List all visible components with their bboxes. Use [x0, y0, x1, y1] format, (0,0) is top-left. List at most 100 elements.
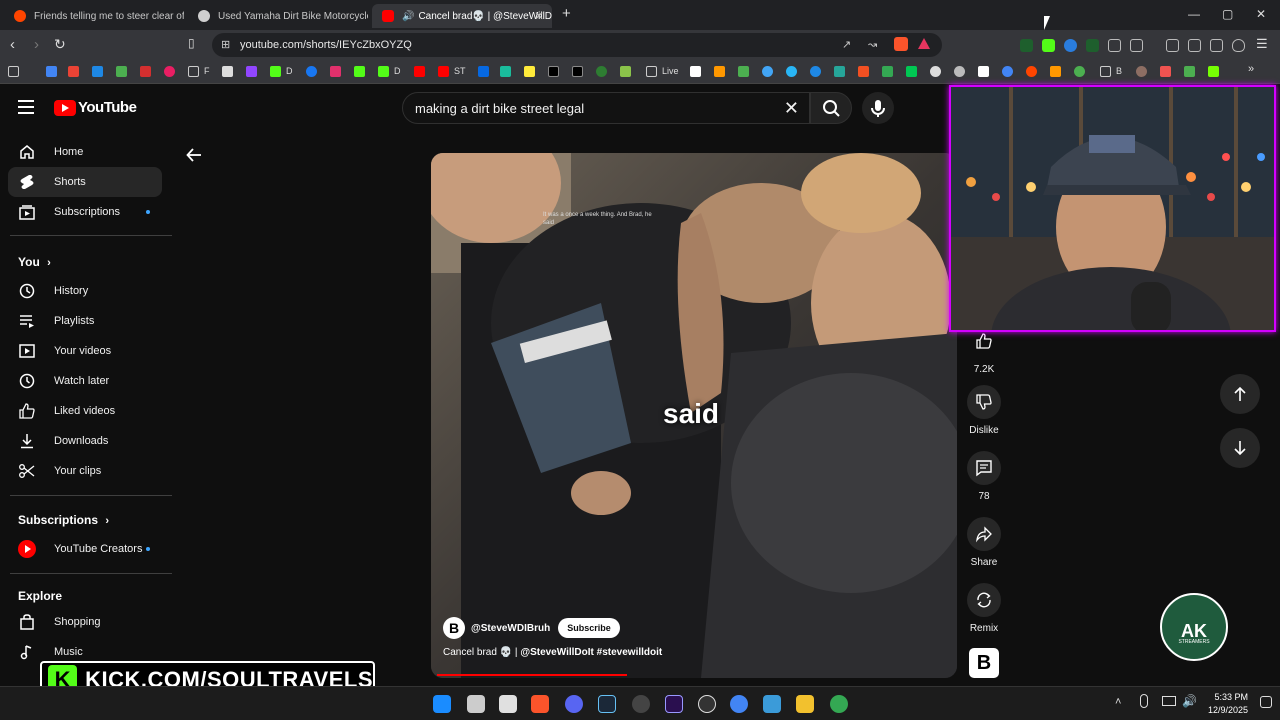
extensions-puzzle-icon[interactable]	[1108, 39, 1121, 52]
channel-name[interactable]: @SteveWDIBruh	[471, 623, 550, 634]
bookmark-icon[interactable]	[738, 66, 749, 77]
media-controls-icon[interactable]	[1166, 39, 1179, 52]
browser-tab[interactable]: Used Yamaha Dirt Bike Motorcycles	[188, 4, 368, 28]
sidebar-item-shopping[interactable]: Shopping	[8, 607, 162, 637]
brave-browser-icon[interactable]	[531, 695, 549, 713]
bookmark-label[interactable]: Live	[662, 66, 679, 76]
bookmark-icon[interactable]	[1002, 66, 1013, 77]
new-tab-button[interactable]: +	[562, 5, 571, 22]
share-button[interactable]: Share	[964, 517, 1004, 568]
clear-search-icon[interactable]: ✕	[784, 98, 799, 119]
audio-source-thumbnail[interactable]: B	[969, 648, 999, 678]
amazon-icon[interactable]	[690, 66, 701, 77]
share-icon[interactable]: ↝	[868, 38, 877, 51]
kick-icon[interactable]	[378, 66, 389, 77]
subscriptions-section-header[interactable]: Subscriptions ›	[18, 513, 109, 527]
bookmark-icon[interactable]	[1050, 66, 1061, 77]
sidebar-item-shorts[interactable]: Shorts	[8, 167, 162, 197]
photos-icon[interactable]	[763, 695, 781, 713]
instagram-icon[interactable]	[330, 66, 341, 77]
bookmark-icon[interactable]	[906, 66, 917, 77]
comments-button[interactable]: 78	[964, 451, 1004, 502]
youtube-icon[interactable]	[438, 66, 449, 77]
voice-search-button[interactable]	[862, 92, 894, 124]
bookmark-icon[interactable]	[714, 66, 725, 77]
folder-icon[interactable]	[188, 66, 199, 77]
sidebar-item-downloads[interactable]: Downloads	[8, 426, 162, 456]
app-icon[interactable]	[499, 695, 517, 713]
vpn-icon[interactable]	[1232, 39, 1245, 52]
task-view-icon[interactable]	[467, 695, 485, 713]
file-explorer-icon[interactable]	[796, 695, 814, 713]
search-button[interactable]	[810, 92, 852, 124]
remix-button[interactable]: Remix	[964, 583, 1004, 634]
forward-icon[interactable]: ›	[34, 36, 39, 53]
audio-playing-icon[interactable]: 🔊	[402, 11, 414, 22]
screenshot-icon[interactable]	[1130, 39, 1143, 52]
folder-icon[interactable]	[646, 66, 657, 77]
youtube-logo[interactable]: YouTube	[54, 99, 137, 116]
bookmark-icon[interactable]	[500, 66, 511, 77]
kick-icon[interactable]	[270, 66, 281, 77]
sidebar-item-your-clips[interactable]: Your clips	[8, 456, 162, 486]
menu-icon[interactable]: ☰	[1256, 36, 1268, 52]
guide-menu-icon[interactable]	[18, 100, 34, 114]
bookmark-label[interactable]: D	[286, 66, 293, 76]
sidebar-item-liked-videos[interactable]: Liked videos	[8, 396, 162, 426]
next-short-button[interactable]	[1220, 428, 1260, 468]
bookmark-icon[interactable]	[164, 66, 175, 77]
bookmark-icon[interactable]	[524, 66, 535, 77]
x-icon[interactable]	[572, 66, 583, 77]
search-input[interactable]: making a dirt bike street legal ✕	[402, 92, 810, 124]
app-icon[interactable]	[632, 695, 650, 713]
tiktok-icon[interactable]	[548, 66, 559, 77]
bookmark-label[interactable]: D	[394, 66, 401, 76]
brave-shields-icon[interactable]	[894, 37, 908, 51]
apps-grid-icon[interactable]	[8, 66, 19, 77]
close-window-button[interactable]: ✕	[1256, 7, 1266, 21]
windows-start-icon[interactable]	[433, 695, 451, 713]
bookmark-icon[interactable]	[222, 66, 233, 77]
network-icon[interactable]	[1162, 696, 1176, 706]
chrome-icon[interactable]	[730, 695, 748, 713]
bookmark-icon[interactable]	[762, 66, 773, 77]
bookmark-icon[interactable]	[954, 66, 965, 77]
minimize-button[interactable]: —	[1188, 7, 1200, 21]
bookmark-label[interactable]: ST	[454, 66, 466, 76]
volume-icon[interactable]: 🔊	[1182, 694, 1197, 708]
subscribe-button[interactable]: Subscribe	[558, 618, 620, 638]
you-section-header[interactable]: You ›	[18, 255, 51, 269]
bookmark-icon[interactable]	[786, 66, 797, 77]
tab-close-icon[interactable]: ✕	[534, 9, 544, 23]
browser-tab-active[interactable]: 🔊 Cancel brad💀 | @SteveWillD ✕	[372, 4, 552, 28]
meta-icon[interactable]	[478, 66, 489, 77]
bookmark-icon[interactable]: ▯	[188, 36, 195, 50]
twitch-icon[interactable]	[246, 66, 257, 77]
bookmark-icon[interactable]	[834, 66, 845, 77]
sidebar-item-playlists[interactable]: Playlists	[8, 306, 162, 336]
back-icon[interactable]: ‹	[10, 36, 15, 53]
phone-icon[interactable]	[1074, 66, 1085, 77]
sidebar-item-your-videos[interactable]: Your videos	[8, 336, 162, 366]
short-video-player[interactable]: It was a once a week thing. And Brad, he…	[431, 153, 957, 678]
bookmark-icon[interactable]	[930, 66, 941, 77]
sidebar-item-youtube-creators[interactable]: YouTube Creators	[8, 534, 162, 564]
discord-icon[interactable]	[565, 695, 583, 713]
bookmark-icon[interactable]	[978, 66, 989, 77]
sidebar-item-home[interactable]: Home	[8, 137, 162, 167]
sidebar-item-subscriptions[interactable]: Subscriptions	[8, 197, 162, 227]
bookmark-icon[interactable]	[596, 66, 607, 77]
chrome-icon[interactable]	[830, 695, 848, 713]
sidebar-item-history[interactable]: History	[8, 276, 162, 306]
bookmark-label[interactable]: F	[204, 66, 210, 76]
reload-icon[interactable]: ↻	[54, 36, 66, 53]
gmail-icon[interactable]	[68, 66, 79, 77]
playback-progress-bar[interactable]	[437, 674, 627, 676]
bookmark-icon[interactable]	[116, 66, 127, 77]
short-title[interactable]: Cancel brad 💀 | @SteveWillDoIt #stevewil…	[443, 647, 662, 658]
bookmark-icon[interactable]	[1160, 66, 1171, 77]
bookmark-label[interactable]: B	[1116, 66, 1122, 76]
bookmark-icon[interactable]	[620, 66, 631, 77]
folder-icon[interactable]	[1100, 66, 1111, 77]
kick-extension-icon[interactable]	[1042, 39, 1055, 52]
